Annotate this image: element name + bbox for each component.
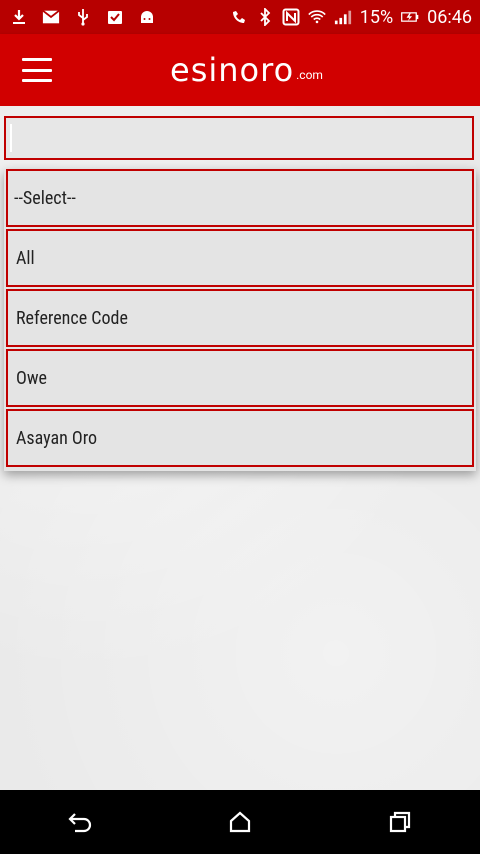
back-button[interactable] bbox=[56, 798, 104, 846]
wifi-icon bbox=[307, 8, 326, 26]
system-nav-bar bbox=[0, 790, 480, 854]
app-logo: esinoro .com bbox=[170, 48, 323, 92]
hamburger-menu-button[interactable] bbox=[22, 58, 52, 82]
status-bar: 15% 06:46 bbox=[0, 0, 480, 34]
logo-text: esinoro bbox=[170, 51, 295, 89]
home-button[interactable] bbox=[216, 798, 264, 846]
missed-call-icon bbox=[230, 8, 248, 26]
recent-apps-icon bbox=[389, 811, 411, 833]
recent-apps-button[interactable] bbox=[376, 798, 424, 846]
main-content: --Select-- All Reference Code Owe Asayan… bbox=[0, 106, 480, 790]
option-label: All bbox=[16, 247, 35, 269]
option-label: --Select-- bbox=[14, 187, 76, 209]
dropdown-option-asayan-oro[interactable]: Asayan Oro bbox=[6, 409, 474, 467]
home-icon bbox=[229, 811, 251, 833]
dropdown-option-reference-code[interactable]: Reference Code bbox=[6, 289, 474, 347]
clipboard-check-icon bbox=[106, 8, 124, 26]
menu-line-icon bbox=[22, 79, 52, 82]
option-label: Reference Code bbox=[16, 307, 128, 329]
search-input[interactable] bbox=[4, 116, 474, 160]
gmail-icon bbox=[42, 8, 60, 26]
text-cursor bbox=[10, 124, 12, 152]
dropdown-option-select[interactable]: --Select-- bbox=[6, 169, 474, 227]
option-label: Owe bbox=[16, 367, 47, 389]
nfc-icon bbox=[282, 8, 300, 26]
battery-percent: 15% bbox=[359, 6, 394, 28]
usb-icon bbox=[74, 8, 92, 26]
app-bar: esinoro .com bbox=[0, 34, 480, 106]
clock: 06:46 bbox=[427, 6, 472, 28]
logo-suffix: .com bbox=[296, 68, 323, 82]
dropdown-option-owe[interactable]: Owe bbox=[6, 349, 474, 407]
dropdown-option-all[interactable]: All bbox=[6, 229, 474, 287]
back-icon bbox=[68, 813, 92, 833]
menu-line-icon bbox=[22, 68, 52, 72]
filter-dropdown-list: --Select-- All Reference Code Owe Asayan… bbox=[4, 169, 476, 471]
download-icon bbox=[10, 8, 28, 26]
menu-line-icon bbox=[22, 58, 52, 61]
signal-icon bbox=[334, 8, 352, 26]
battery-icon bbox=[401, 8, 419, 26]
android-icon bbox=[138, 8, 156, 26]
bluetooth-icon bbox=[256, 8, 274, 26]
option-label: Asayan Oro bbox=[16, 427, 98, 449]
